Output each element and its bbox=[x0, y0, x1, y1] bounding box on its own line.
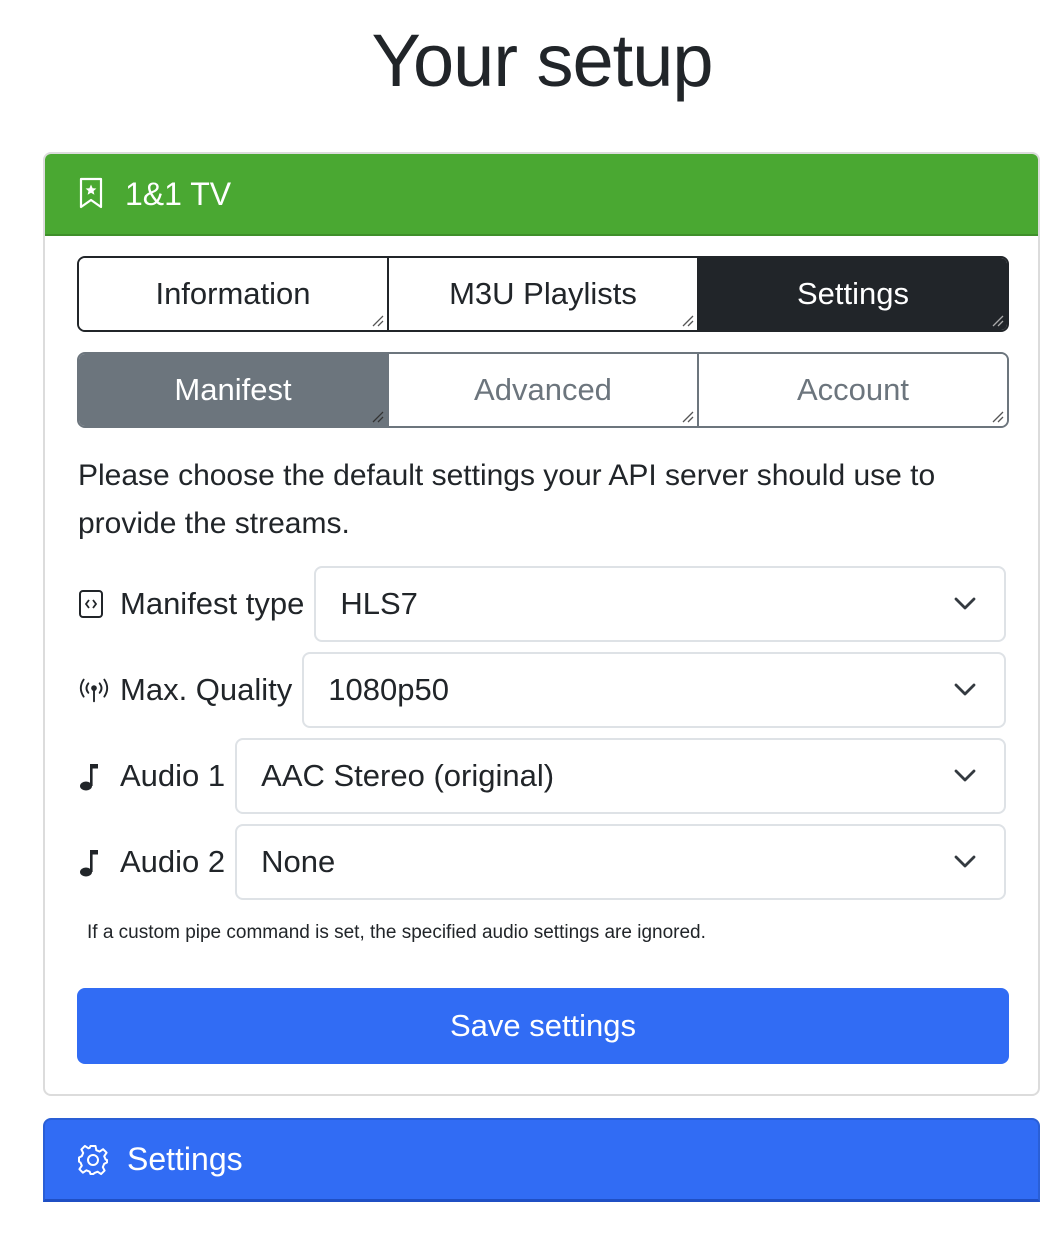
max-quality-value: 1080p50 bbox=[328, 672, 449, 707]
tab-advanced[interactable]: Advanced bbox=[389, 354, 699, 426]
tab-manifest[interactable]: Manifest bbox=[79, 354, 389, 426]
chevron-down-icon bbox=[954, 769, 976, 782]
settings-card-title: Settings bbox=[127, 1141, 243, 1177]
music-note-icon bbox=[78, 760, 110, 792]
audio-2-select[interactable]: None bbox=[235, 824, 1006, 900]
max-quality-label: Max. Quality bbox=[120, 672, 293, 707]
sub-tabs: Manifest Advanced Account bbox=[77, 352, 1009, 428]
chevron-down-icon bbox=[954, 597, 976, 610]
manifest-type-select[interactable]: HLS7 bbox=[314, 566, 1006, 642]
resize-grip-icon bbox=[682, 411, 694, 423]
save-settings-button[interactable]: Save settings bbox=[77, 988, 1009, 1064]
audio-1-label: Audio 1 bbox=[120, 758, 226, 793]
resize-grip-icon bbox=[992, 411, 1004, 423]
music-note-icon bbox=[78, 846, 110, 878]
settings-description: Please choose the default settings your … bbox=[78, 459, 936, 540]
resize-grip-icon bbox=[682, 315, 694, 327]
audio-2-label: Audio 2 bbox=[120, 844, 226, 879]
tab-m3u-playlists[interactable]: M3U Playlists bbox=[389, 258, 699, 330]
chevron-down-icon bbox=[954, 683, 976, 696]
audio-1-select[interactable]: AAC Stereo (original) bbox=[235, 738, 1006, 814]
page-title: Your setup bbox=[371, 19, 713, 102]
audio-1-value: AAC Stereo (original) bbox=[261, 758, 555, 793]
provider-card-header[interactable]: 1&1 TV bbox=[45, 154, 1038, 236]
tab-information[interactable]: Information bbox=[79, 258, 389, 330]
resize-grip-icon bbox=[992, 315, 1004, 327]
audio-note: If a custom pipe command is set, the spe… bbox=[87, 922, 706, 943]
provider-name: 1&1 TV bbox=[125, 175, 232, 212]
bookmark-star-icon bbox=[78, 176, 108, 212]
settings-card-header[interactable]: Settings bbox=[43, 1118, 1040, 1202]
provider-card: 1&1 TV Information M3U Playlists Setting… bbox=[43, 152, 1040, 1096]
manifest-type-label: Manifest type bbox=[120, 586, 305, 621]
tab-account[interactable]: Account bbox=[699, 354, 1007, 426]
resize-grip-icon bbox=[372, 411, 384, 423]
max-quality-select[interactable]: 1080p50 bbox=[302, 652, 1006, 728]
broadcast-icon bbox=[78, 674, 110, 706]
manifest-type-value: HLS7 bbox=[340, 586, 418, 621]
audio-2-value: None bbox=[261, 844, 336, 879]
resize-grip-icon bbox=[372, 315, 384, 327]
gear-icon bbox=[76, 1143, 110, 1177]
audio-2-row: Audio 2 None bbox=[78, 824, 1006, 900]
file-code-icon bbox=[78, 588, 110, 620]
chevron-down-icon bbox=[954, 855, 976, 868]
tab-settings[interactable]: Settings bbox=[699, 258, 1007, 330]
manifest-type-row: Manifest type HLS7 bbox=[78, 566, 1006, 642]
max-quality-row: Max. Quality 1080p50 bbox=[78, 652, 1006, 728]
main-tabs: Information M3U Playlists Settings bbox=[77, 256, 1009, 332]
audio-1-row: Audio 1 AAC Stereo (original) bbox=[78, 738, 1006, 814]
